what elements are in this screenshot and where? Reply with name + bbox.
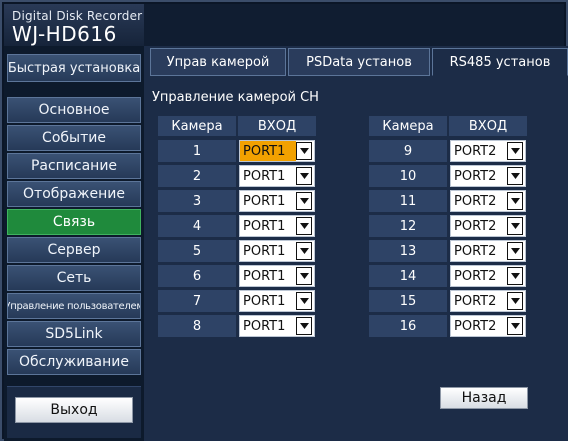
exit-button[interactable]: Выход [15, 397, 133, 423]
port-value: PORT1 [243, 168, 286, 184]
sidebar-item-9[interactable]: SD5Link [7, 321, 141, 347]
port-select[interactable]: PORT1 [239, 165, 315, 187]
port-value: PORT1 [243, 318, 286, 334]
port-value: PORT1 [243, 218, 286, 234]
port-value: PORT2 [454, 243, 497, 259]
camera-number: 10 [369, 165, 447, 187]
column-header-camera: Камера [369, 116, 447, 136]
sidebar-item-10[interactable]: Обслуживание [7, 349, 141, 375]
port-value: PORT2 [454, 168, 497, 184]
port-select[interactable]: PORT1 [239, 315, 315, 337]
device-subtitle: Digital Disk Recorder [12, 9, 143, 23]
port-value: PORT2 [454, 268, 497, 284]
sidebar-item-6[interactable]: Сервер [7, 237, 141, 263]
sidebar-item-7[interactable]: Сеть [7, 265, 141, 291]
sidebar-item-1[interactable]: Основное [7, 97, 141, 123]
triangle-down-icon[interactable] [296, 192, 312, 210]
port-value: PORT1 [243, 268, 286, 284]
triangle-down-icon[interactable] [296, 142, 312, 160]
main-panel: Управ камерой PSData установ RS485 устан… [144, 46, 568, 441]
port-select[interactable]: PORT1 [239, 290, 315, 312]
port-value: PORT2 [454, 218, 497, 234]
column-header-input: ВХОД [449, 116, 527, 136]
port-select[interactable]: PORT2 [450, 240, 526, 262]
column-header-input: ВХОД [238, 116, 316, 136]
camera-number: 3 [158, 190, 236, 212]
camera-number: 4 [158, 215, 236, 237]
camera-number: 5 [158, 240, 236, 262]
port-value: PORT1 [243, 293, 286, 309]
sidebar-item-4[interactable]: Отображение [7, 181, 141, 207]
port-value: PORT1 [243, 243, 286, 259]
camera-number: 12 [369, 215, 447, 237]
camera-number: 16 [369, 315, 447, 337]
tab-camera-control[interactable]: Управ камерой [150, 48, 286, 76]
port-select[interactable]: PORT2 [450, 265, 526, 287]
port-value: PORT1 [240, 141, 296, 161]
tab-psdata[interactable]: PSData установ [288, 48, 430, 76]
sidebar: Быстрая установка Основное Событие Расписа… [4, 46, 144, 441]
port-select[interactable]: PORT1 [239, 140, 315, 162]
triangle-down-icon[interactable] [507, 217, 523, 235]
port-select[interactable]: PORT2 [450, 215, 526, 237]
triangle-down-icon[interactable] [507, 167, 523, 185]
triangle-down-icon[interactable] [296, 217, 312, 235]
tab-rs485[interactable]: RS485 установ [432, 48, 568, 76]
port-select[interactable]: PORT1 [239, 265, 315, 287]
triangle-down-icon[interactable] [507, 317, 523, 335]
triangle-down-icon[interactable] [507, 267, 523, 285]
triangle-down-icon[interactable] [296, 242, 312, 260]
port-select[interactable]: PORT2 [450, 190, 526, 212]
sidebar-item-5[interactable]: Связь [7, 209, 141, 235]
triangle-down-icon[interactable] [296, 167, 312, 185]
camera-number: 11 [369, 190, 447, 212]
triangle-down-icon[interactable] [507, 242, 523, 260]
port-value: PORT2 [454, 293, 497, 309]
sidebar-item-3[interactable]: Расписание [7, 153, 141, 179]
camera-number: 2 [158, 165, 236, 187]
camera-number: 13 [369, 240, 447, 262]
header: Digital Disk Recorder WJ-HD616 [4, 4, 144, 46]
camera-number: 8 [158, 315, 236, 337]
port-select[interactable]: PORT1 [239, 240, 315, 262]
camera-number: 15 [369, 290, 447, 312]
port-select[interactable]: PORT2 [450, 165, 526, 187]
triangle-down-icon[interactable] [296, 267, 312, 285]
column-header-camera: Камера [158, 116, 236, 136]
camera-number: 6 [158, 265, 236, 287]
port-select[interactable]: PORT1 [239, 215, 315, 237]
back-button[interactable]: Назад [440, 387, 528, 409]
port-select[interactable]: PORT2 [450, 290, 526, 312]
camera-number: 7 [158, 290, 236, 312]
quick-setup-button[interactable]: Быстрая установка [7, 54, 141, 82]
header-bar [144, 4, 564, 46]
port-value: PORT2 [454, 318, 497, 334]
port-value: PORT2 [454, 193, 497, 209]
sidebar-item-2[interactable]: Событие [7, 125, 141, 151]
port-select[interactable]: PORT1 [239, 190, 315, 212]
triangle-down-icon[interactable] [296, 317, 312, 335]
exit-area: Выход [7, 386, 141, 438]
port-select[interactable]: PORT2 [450, 140, 526, 162]
device-model: WJ-HD616 [12, 22, 117, 46]
sidebar-item-8[interactable]: Управление пользователем [7, 293, 141, 319]
port-value: PORT2 [454, 143, 497, 159]
triangle-down-icon[interactable] [507, 292, 523, 310]
triangle-down-icon[interactable] [296, 292, 312, 310]
app-window: Digital Disk Recorder WJ-HD616 Быстрая у… [0, 0, 568, 441]
camera-number: 9 [369, 140, 447, 162]
port-value: PORT1 [243, 193, 286, 209]
camera-number: 14 [369, 265, 447, 287]
camera-number: 1 [158, 140, 236, 162]
section-title: Управление камерой CH [152, 90, 319, 105]
port-select[interactable]: PORT2 [450, 315, 526, 337]
triangle-down-icon[interactable] [507, 192, 523, 210]
triangle-down-icon[interactable] [507, 142, 523, 160]
